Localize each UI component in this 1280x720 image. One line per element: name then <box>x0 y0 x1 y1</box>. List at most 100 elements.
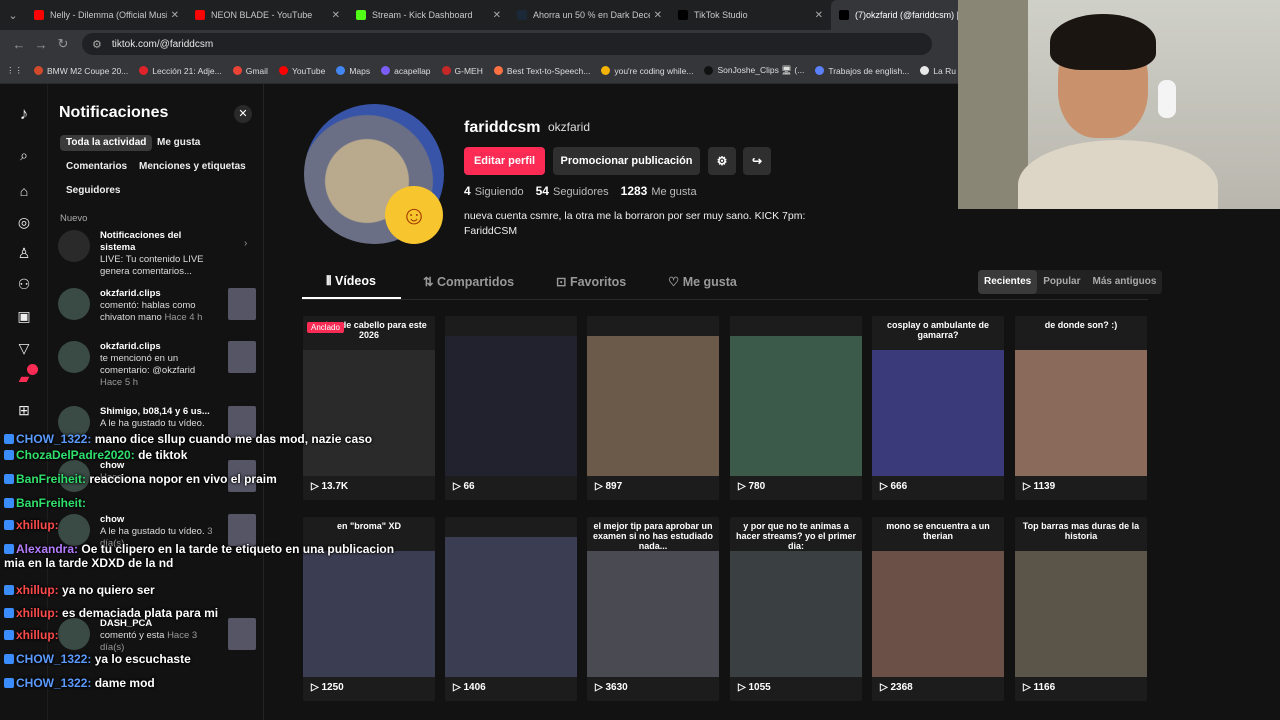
sort-oldest[interactable]: Más antiguos <box>1086 270 1162 294</box>
video-card[interactable]: de donde son? :) ▷ 1139 <box>1015 316 1147 500</box>
chat-username[interactable]: xhillup <box>16 518 55 532</box>
messages-icon[interactable]: ▽ <box>14 338 34 358</box>
bookmark-item[interactable]: Lección 21: Adje... <box>139 65 222 76</box>
chat-username[interactable]: xhillup <box>16 583 55 597</box>
tab-favorites[interactable]: ⊡ Favoritos <box>556 274 626 289</box>
video-card[interactable]: ▷ 66 <box>445 316 577 500</box>
avatar[interactable] <box>58 230 90 262</box>
bookmark-item[interactable]: SonJoshe_Clips 🖥 (... <box>704 65 804 76</box>
bookmark-item[interactable]: acapellap <box>381 65 431 76</box>
avatar[interactable] <box>58 288 90 320</box>
tab-search-icon[interactable]: ⌄ <box>0 0 26 30</box>
chat-badge-icon <box>4 498 14 508</box>
filter-followers[interactable]: Seguidores <box>60 183 126 199</box>
bookmark-item[interactable]: Gmail <box>232 65 268 76</box>
site-info-icon[interactable]: ⚙ <box>92 38 102 51</box>
filter-comments[interactable]: Comentarios <box>60 159 133 175</box>
tab-favicon-icon <box>34 10 44 20</box>
filter-all[interactable]: Toda la actividad <box>60 135 153 151</box>
bookmark-item[interactable]: you're coding while... <box>601 65 693 76</box>
followers-stat[interactable]: 54 Seguidores <box>536 184 609 198</box>
browser-tab[interactable]: Ahorra un 50 % en Dark Decep ✕ <box>509 0 670 30</box>
tab-reposts[interactable]: ⇅ Compartidos <box>423 274 514 289</box>
filter-mentions[interactable]: Menciones y etiquetas <box>133 159 252 175</box>
tab-favicon-icon <box>839 10 849 20</box>
bookmark-item[interactable]: La Ru <box>920 65 956 76</box>
explore-icon[interactable]: ◎ <box>14 212 34 232</box>
apps-icon[interactable]: ⋮⋮ <box>6 65 23 76</box>
video-card[interactable]: ▷ 1406 <box>445 517 577 701</box>
bookmark-item[interactable]: BMW M2 Coupe 20... <box>34 65 128 76</box>
tab-close-icon[interactable]: ✕ <box>815 10 823 21</box>
home-icon[interactable]: ⌂ <box>14 181 34 201</box>
chat-username[interactable]: xhillup <box>16 628 55 642</box>
chat-username[interactable]: BanFreiheit <box>16 496 82 510</box>
activity-icon[interactable]: ▰ 7 <box>14 364 38 388</box>
back-icon[interactable]: ← <box>8 37 30 52</box>
bookmark-item[interactable]: Maps <box>336 65 370 76</box>
close-icon[interactable]: ✕ <box>234 105 252 123</box>
edit-profile-button[interactable]: Editar perfil <box>464 147 545 175</box>
url-field[interactable]: ⚙ tiktok.com/@fariddcsm <box>82 33 932 55</box>
browser-tab[interactable]: Stream - Kick Dashboard ✕ <box>348 0 509 30</box>
browser-tab[interactable]: Nelly - Dilemma (Official Music ✕ <box>26 0 187 30</box>
upload-icon[interactable]: ⊞ <box>14 400 34 420</box>
bookmark-item[interactable]: YouTube <box>278 65 325 76</box>
video-card[interactable]: el mejor tip para aprobar un examen si n… <box>587 517 719 701</box>
notification-thumbnail[interactable] <box>228 341 256 373</box>
notification-thumbnail[interactable] <box>228 288 256 320</box>
tab-liked[interactable]: ♡ Me gusta <box>668 274 737 289</box>
notification-user[interactable]: okzfarid.clips <box>100 341 161 352</box>
view-count: 2368 <box>890 682 913 693</box>
tiktok-logo-icon[interactable]: ♪ <box>14 104 34 124</box>
notification-time: Hace 5 h <box>100 377 139 388</box>
chat-username[interactable]: CHOW_1322 <box>16 652 87 666</box>
video-card[interactable]: Top barras mas duras de la historia ▷ 116… <box>1015 517 1147 701</box>
view-count: 780 <box>748 481 766 492</box>
tab-videos[interactable]: ⦀ Vídeos <box>326 274 376 289</box>
following-icon[interactable]: ♙ <box>14 243 34 263</box>
browser-tab[interactable]: NEON BLADE - YouTube ✕ <box>187 0 348 30</box>
notification-user[interactable]: okzfarid.clips <box>100 288 161 299</box>
notification-user[interactable]: Shimigo, b08,14 y 6 us... <box>100 406 210 417</box>
filter-likes[interactable]: Me gusta <box>151 135 206 151</box>
reload-icon[interactable]: ↻ <box>52 36 74 52</box>
video-card[interactable]: ▷ 780 <box>730 316 862 500</box>
bookmark-item[interactable]: G-MEH <box>441 65 483 76</box>
play-icon: ▷ <box>880 682 891 693</box>
tab-close-icon[interactable]: ✕ <box>171 10 179 21</box>
promote-button[interactable]: Promocionar publicación <box>553 147 700 175</box>
video-card[interactable]: cosplay o ambulante de gamarra? ▷ 666 <box>872 316 1004 500</box>
play-icon: ▷ <box>453 481 464 492</box>
forward-icon[interactable]: → <box>30 37 52 52</box>
sort-recent[interactable]: Recientes <box>978 270 1038 294</box>
video-views: ▷ 3630 <box>595 682 628 693</box>
chat-username[interactable]: ChozaDelPadre2020 <box>16 448 131 462</box>
share-icon[interactable]: ↪ <box>743 147 771 175</box>
video-card[interactable]: y por que no te animas a hacer streams? … <box>730 517 862 701</box>
notification-text: okzfarid.clips te mencionó en un comentar… <box>100 341 218 389</box>
live-icon[interactable]: ▣ <box>14 306 34 326</box>
tab-close-icon[interactable]: ✕ <box>493 10 501 21</box>
chat-username[interactable]: CHOW_1322 <box>16 676 87 690</box>
notification-user[interactable]: Notificaciones del sistema <box>100 230 181 253</box>
bookmark-item[interactable]: Trabajos de english... <box>815 65 909 76</box>
chat-username[interactable]: Alexandra <box>16 542 74 556</box>
activity-badge: 7 <box>27 364 38 375</box>
avatar[interactable] <box>58 341 90 373</box>
bookmark-item[interactable]: Best Text-to-Speech... <box>493 65 590 76</box>
browser-tab[interactable]: TikTok Studio ✕ <box>670 0 831 30</box>
following-stat[interactable]: 4 Siguiendo <box>464 184 524 198</box>
friends-icon[interactable]: ⚇ <box>14 274 34 294</box>
video-card[interactable]: ▷ 897 <box>587 316 719 500</box>
sort-popular[interactable]: Popular <box>1037 270 1086 294</box>
tab-close-icon[interactable]: ✕ <box>332 10 340 21</box>
chat-username[interactable]: BanFreiheit <box>16 472 82 486</box>
search-icon[interactable]: ⌕ <box>14 145 34 165</box>
settings-icon[interactable]: ⚙ <box>708 147 736 175</box>
tab-close-icon[interactable]: ✕ <box>654 10 662 21</box>
chat-username[interactable]: CHOW_1322 <box>16 432 87 446</box>
chat-username[interactable]: xhillup <box>16 606 55 620</box>
bookmark-favicon-icon <box>336 66 346 75</box>
video-card[interactable]: mono se encuentra a un therian ▷ 2368 <box>872 517 1004 701</box>
